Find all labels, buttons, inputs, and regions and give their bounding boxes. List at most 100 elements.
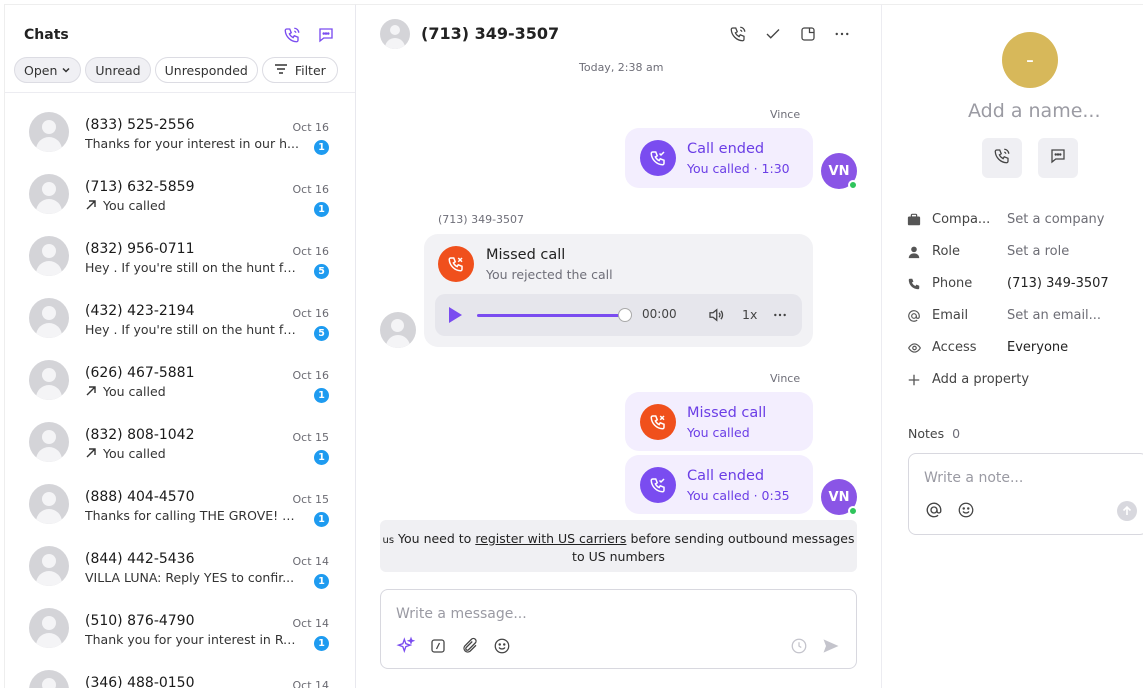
avatar — [29, 546, 69, 586]
avatar — [29, 422, 69, 462]
chat-date: Oct 14 — [292, 555, 329, 568]
chat-preview: VILLA LUNA: Reply YES to confir... — [85, 570, 295, 585]
panel-toggle-icon[interactable] — [797, 23, 819, 45]
avatar — [29, 360, 69, 400]
call-ended-bubble[interactable]: Call ended You called · 1:30 — [625, 128, 813, 188]
add-property-button[interactable]: Add a property — [906, 370, 1143, 390]
message-icon — [1049, 147, 1067, 169]
sender-name: (713) 349-3507 — [438, 213, 525, 226]
call-subtitle: You called · 1:30 — [687, 161, 790, 176]
mention-icon[interactable] — [925, 501, 943, 523]
chat-preview: You called — [85, 198, 300, 213]
chat-item[interactable]: (626) 467-5881 You called Oct 16 1 — [5, 342, 355, 404]
filter-open-label: Open — [24, 62, 58, 78]
avatar: VN — [821, 153, 858, 190]
property-value: (713) 349-3507 — [1007, 276, 1109, 291]
plus-icon — [906, 372, 922, 388]
filter-icon — [274, 63, 288, 78]
phone-icon[interactable] — [281, 24, 303, 46]
property-access[interactable]: Access Everyone — [906, 338, 1143, 358]
call-subtitle: You called · 0:35 — [687, 488, 790, 503]
unread-badge: 5 — [314, 264, 329, 279]
filter-open[interactable]: Open — [14, 57, 82, 83]
audio-scrubber[interactable] — [618, 308, 632, 322]
avatar-initials: VN — [828, 489, 850, 505]
filter-unresponded-label: Unresponded — [164, 62, 248, 78]
property-role[interactable]: Role Set a role — [906, 242, 1143, 262]
chat-name: (713) 632-5859 — [85, 179, 195, 195]
chat-preview: Hey . If you're still on the hunt fo... — [85, 260, 300, 275]
send-icon[interactable] — [821, 636, 841, 656]
new-message-icon[interactable] — [315, 24, 337, 46]
avatar — [29, 112, 69, 152]
contact-call-button[interactable] — [982, 138, 1022, 178]
filter-button[interactable]: Filter — [261, 57, 338, 83]
more-icon[interactable] — [831, 23, 853, 45]
avatar — [29, 608, 69, 648]
schedule-icon[interactable] — [789, 636, 809, 656]
missed-call-bubble[interactable]: Missed call You called — [625, 392, 813, 451]
property-email[interactable]: Email Set an email... — [906, 306, 1143, 326]
notes-heading: Notes 0 — [908, 426, 960, 441]
slash-command-icon[interactable] — [428, 636, 448, 656]
chat-item[interactable]: (844) 442-5436 VILLA LUNA: Reply YES to … — [5, 528, 355, 590]
chat-item[interactable]: (432) 423-2194 Hey . If you're still on … — [5, 280, 355, 342]
contact-message-button[interactable] — [1038, 138, 1078, 178]
call-title: Call ended — [687, 141, 765, 157]
call-icon[interactable] — [727, 23, 749, 45]
chat-item[interactable]: (888) 404-4570 Thanks for calling THE GR… — [5, 466, 355, 528]
chat-date: Oct 14 — [292, 679, 329, 688]
unread-badge: 1 — [314, 574, 329, 589]
notes-label: Notes — [908, 426, 945, 441]
chat-date: Oct 15 — [292, 493, 329, 506]
missed-call-bubble: Missed call You rejected the call 00:00 … — [424, 234, 813, 347]
more-icon[interactable] — [772, 307, 788, 327]
unread-badge: 1 — [314, 636, 329, 651]
attachment-icon[interactable] — [460, 636, 480, 656]
notice-text-pre: You need to — [398, 531, 472, 546]
check-icon[interactable] — [762, 23, 784, 45]
chat-name: (888) 404-4570 — [85, 489, 195, 505]
chat-sidebar: Chats Open Unread Unresponded Filter (83… — [4, 4, 356, 688]
filter-unresponded[interactable]: Unresponded — [154, 57, 258, 83]
message-input[interactable]: Write a message... — [396, 606, 527, 622]
ai-sparkle-icon[interactable] — [396, 636, 416, 656]
phone-icon — [906, 276, 922, 292]
chat-item[interactable]: (346) 488-0150 Oct 14 — [5, 652, 355, 688]
chat-item[interactable]: (833) 525-2556 Thanks for your interest … — [5, 94, 355, 156]
message-composer[interactable]: Write a message... — [380, 589, 857, 669]
property-phone[interactable]: Phone (713) 349-3507 — [906, 274, 1143, 294]
call-ended-bubble[interactable]: Call ended You called · 0:35 — [625, 455, 813, 514]
unread-badge: 5 — [314, 326, 329, 341]
filter-button-label: Filter — [294, 62, 326, 78]
unread-badge: 1 — [314, 512, 329, 527]
chat-item[interactable]: (510) 876-4790 Thank you for your intere… — [5, 590, 355, 652]
note-input[interactable]: Write a note... — [924, 470, 1023, 486]
property-company[interactable]: Compa... Set a company — [906, 210, 1143, 230]
chat-item[interactable]: (713) 632-5859 You called Oct 16 1 — [5, 156, 355, 218]
chat-preview: Thank you for your interest in Ro... — [85, 632, 300, 647]
unread-badge: 1 — [314, 450, 329, 465]
property-label: Access — [932, 340, 977, 355]
emoji-icon[interactable] — [492, 636, 512, 656]
volume-icon[interactable] — [706, 306, 726, 328]
chat-item[interactable]: (832) 808-1042 You called Oct 15 1 — [5, 404, 355, 466]
chat-name: (833) 525-2556 — [85, 117, 195, 133]
contact-name-input[interactable]: Add a name... — [968, 100, 1101, 122]
chat-name: (832) 956-0711 — [85, 241, 195, 257]
emoji-icon[interactable] — [957, 501, 975, 523]
filter-unread[interactable]: Unread — [85, 57, 151, 83]
chat-item[interactable]: (832) 956-0711 Hey . If you're still on … — [5, 218, 355, 280]
chat-preview: Thanks for your interest in our h... — [85, 136, 299, 151]
play-icon[interactable] — [446, 305, 464, 329]
note-composer[interactable]: Write a note... — [908, 453, 1143, 535]
notes-count: 0 — [952, 426, 961, 441]
chat-date: Oct 16 — [292, 369, 329, 382]
audio-progress[interactable] — [477, 314, 627, 317]
submit-note-icon[interactable] — [1117, 501, 1137, 521]
chat-preview-text: You called — [103, 384, 166, 399]
playback-speed[interactable]: 1x — [742, 307, 757, 322]
chat-preview: You called — [85, 384, 300, 399]
eye-icon — [906, 340, 922, 356]
register-carriers-link[interactable]: register with US carriers — [475, 531, 626, 546]
